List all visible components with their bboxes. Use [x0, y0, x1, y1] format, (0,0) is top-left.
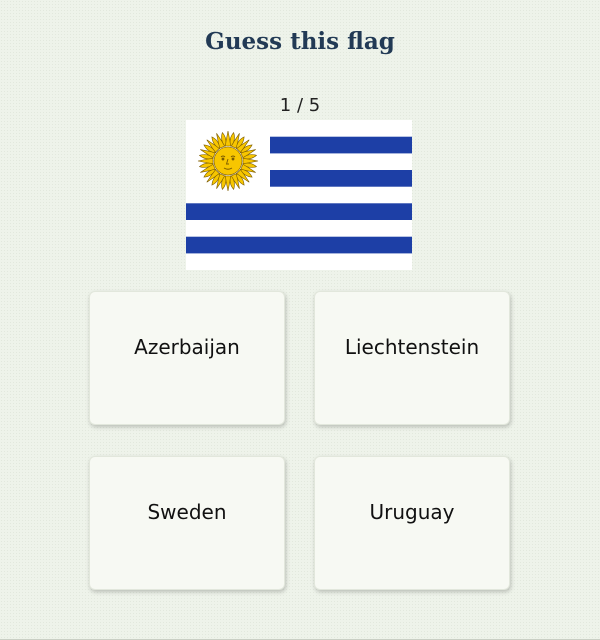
answer-option-azerbaijan[interactable]: Azerbaijan	[89, 291, 285, 425]
flag-stripe	[270, 170, 412, 187]
uruguay-flag-icon	[186, 120, 412, 270]
flag-stripe	[186, 203, 412, 220]
flag-stripe	[186, 236, 412, 254]
question-counter: 1 / 5	[279, 95, 321, 116]
answer-option-liechtenstein[interactable]: Liechtenstein	[314, 291, 510, 425]
flag-stripe	[270, 136, 412, 154]
sun-of-may-icon	[197, 130, 259, 192]
page-title: Guess this flag	[205, 28, 395, 55]
answer-option-sweden[interactable]: Sweden	[89, 456, 285, 590]
answer-option-uruguay[interactable]: Uruguay	[314, 456, 510, 590]
